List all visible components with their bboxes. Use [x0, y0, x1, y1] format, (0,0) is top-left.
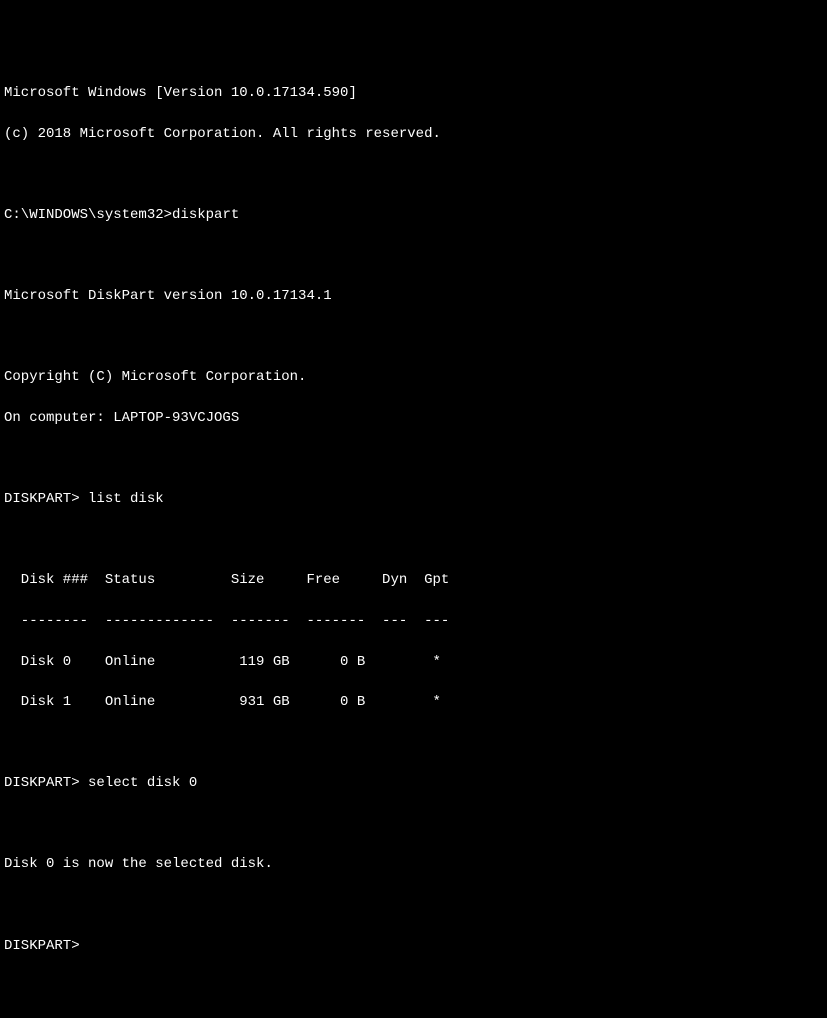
disk-table-row: Disk 1 Online 931 GB 0 B * [4, 692, 823, 712]
blank-line [4, 327, 823, 347]
disk-table-header: Disk ### Status Size Free Dyn Gpt [4, 570, 823, 590]
diskpart-computer-line: On computer: LAPTOP-93VCJOGS [4, 408, 823, 428]
blank-line [4, 449, 823, 469]
command-line-4: DISKPART> [4, 936, 823, 956]
blank-line [4, 814, 823, 834]
disk-table-row: Disk 0 Online 119 GB 0 B * [4, 652, 823, 672]
windows-copyright-line: (c) 2018 Microsoft Corporation. All righ… [4, 124, 823, 144]
command-line-3: DISKPART> select disk 0 [4, 773, 823, 793]
select-response-line: Disk 0 is now the selected disk. [4, 854, 823, 874]
command-list-disk[interactable]: list disk [88, 491, 164, 507]
command-line-2: DISKPART> list disk [4, 489, 823, 509]
blank-line [4, 895, 823, 915]
disk-table-divider: -------- ------------- ------- ------- -… [4, 611, 823, 631]
diskpart-prompt: DISKPART> [4, 491, 88, 507]
command-line-1: C:\WINDOWS\system32>diskpart [4, 205, 823, 225]
diskpart-prompt: DISKPART> [4, 938, 88, 954]
diskpart-version-line: Microsoft DiskPart version 10.0.17134.1 [4, 286, 823, 306]
blank-line [4, 164, 823, 184]
diskpart-prompt: DISKPART> [4, 775, 88, 791]
windows-version-line: Microsoft Windows [Version 10.0.17134.59… [4, 83, 823, 103]
diskpart-copyright-line: Copyright (C) Microsoft Corporation. [4, 367, 823, 387]
blank-line [4, 246, 823, 266]
command-select-disk[interactable]: select disk 0 [88, 775, 197, 791]
blank-line [4, 733, 823, 753]
blank-line [4, 530, 823, 550]
cmd-prompt-path: C:\WINDOWS\system32> [4, 207, 172, 223]
command-diskpart[interactable]: diskpart [172, 207, 239, 223]
